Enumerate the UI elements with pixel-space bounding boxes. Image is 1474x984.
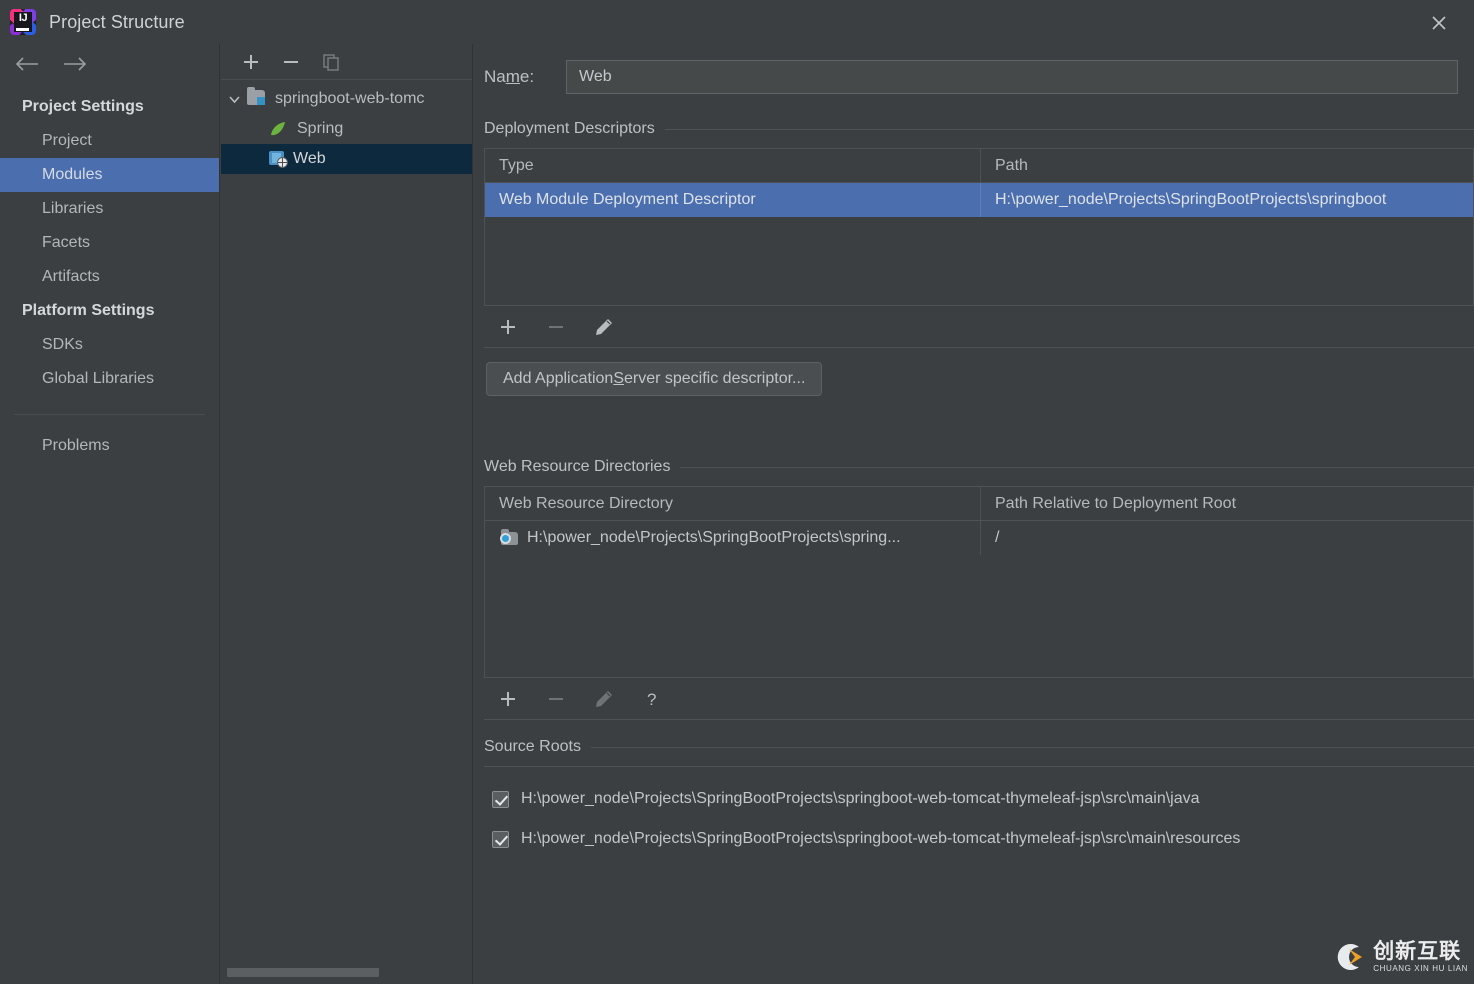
source-roots-title-row: Source Roots [474,738,1474,756]
column-header-web-resource-directory[interactable]: Web Resource Directory [485,487,981,520]
cell-web-resource-directory-text: H:\power_node\Projects\SpringBootProject… [527,529,901,547]
column-header-path[interactable]: Path [981,149,1473,182]
sidebar-item-modules[interactable]: Modules [0,158,219,192]
deployment-descriptors-title: Deployment Descriptors [484,120,655,138]
source-roots-list: H:\power_node\Projects\SpringBootProject… [484,766,1474,859]
minus-icon[interactable] [279,50,303,74]
tree-node-spring[interactable]: Spring [221,114,472,144]
sidebar-item-project[interactable]: Project [0,124,219,158]
sidebar-item-facets[interactable]: Facets [0,226,219,260]
tree-node-web[interactable]: Web [221,144,472,174]
remove-descriptor-button [542,313,570,341]
cell-type: Web Module Deployment Descriptor [485,183,981,217]
web-resource-folder-icon [499,530,519,546]
window-title: Project Structure [49,12,185,33]
cell-web-resource-directory: H:\power_node\Projects\SpringBootProject… [485,521,981,555]
table-header: Web Resource Directory Path Relative to … [485,487,1473,521]
deployment-descriptors-toolbar [484,306,1474,348]
cell-path: H:\power_node\Projects\SpringBootProject… [981,183,1473,217]
plus-icon[interactable] [239,50,263,74]
tree-node-label: Spring [297,120,343,138]
title-bar: IJ Project Structure [0,0,1474,44]
navigation-row [0,44,219,84]
tree-node-label: Web [293,150,326,168]
section-rule [665,129,1474,130]
chevron-down-icon[interactable] [221,93,247,106]
tree-node-module-root[interactable]: springboot-web-tomc [221,84,472,114]
edit-descriptor-button[interactable] [590,313,618,341]
deployment-descriptors-table: Type Path Web Module Deployment Descript… [484,148,1474,306]
help-web-resource-button[interactable]: ? [638,685,666,713]
sidebar-item-problems[interactable]: Problems [0,429,219,463]
table-row[interactable]: Web Module Deployment Descriptor H:\powe… [485,183,1473,217]
module-tree-body: springboot-web-tomc Spring Web [221,80,472,174]
source-root-path: H:\power_node\Projects\SpringBootProject… [521,830,1240,848]
table-empty-area [485,555,1473,677]
list-item[interactable]: H:\power_node\Projects\SpringBootProject… [484,819,1474,859]
column-header-type[interactable]: Type [485,149,981,182]
list-item[interactable]: H:\power_node\Projects\SpringBootProject… [484,779,1474,819]
scrollbar-thumb[interactable] [227,968,379,977]
tree-node-label: springboot-web-tomc [275,90,424,108]
svg-text:?: ? [647,690,656,709]
sidebar-item-artifacts[interactable]: Artifacts [0,260,219,294]
add-application-server-descriptor-button[interactable]: Add Application Server specific descript… [486,362,822,396]
table-header: Type Path [485,149,1473,183]
web-resource-directories-toolbar: ? [484,678,1474,720]
copy-icon[interactable] [319,50,343,74]
module-name-label: Name: [484,67,566,87]
sidebar-item-sdks[interactable]: SDKs [0,328,219,362]
module-tree-panel: springboot-web-tomc Spring Web [221,44,473,984]
source-root-checkbox[interactable] [492,831,509,848]
sidebar-group-project-settings: Project Settings [0,90,219,124]
sidebar-divider [14,414,205,415]
arrow-right-icon[interactable] [60,51,90,77]
source-roots-title: Source Roots [484,738,581,756]
edit-web-resource-button [590,685,618,713]
intellij-idea-logo-icon: IJ [10,9,36,35]
arrow-left-icon[interactable] [12,51,42,77]
table-row[interactable]: H:\power_node\Projects\SpringBootProject… [485,521,1473,555]
sidebar-group-platform-settings: Platform Settings [0,294,219,328]
remove-web-resource-button [542,685,570,713]
module-name-input[interactable] [566,60,1458,94]
tree-horizontal-scrollbar[interactable] [225,966,469,978]
web-resource-directories-title-row: Web Resource Directories [474,458,1474,476]
column-header-path-relative[interactable]: Path Relative to Deployment Root [981,487,1473,520]
add-web-resource-button[interactable] [494,685,522,713]
section-rule [591,747,1474,748]
spring-leaf-icon [269,120,291,138]
section-rule [680,467,1474,468]
source-root-path: H:\power_node\Projects\SpringBootProject… [521,790,1200,808]
module-icon [247,90,269,108]
deployment-descriptors-title-row: Deployment Descriptors [474,120,1474,138]
add-descriptor-button[interactable] [494,313,522,341]
module-tree-toolbar [221,44,472,80]
module-details-panel: Name: Deployment Descriptors Type Path W… [474,44,1474,984]
close-icon[interactable] [1422,6,1456,40]
sidebar-item-libraries[interactable]: Libraries [0,192,219,226]
web-resource-directories-table: Web Resource Directory Path Relative to … [484,486,1474,678]
source-root-checkbox[interactable] [492,791,509,808]
web-resource-directories-title: Web Resource Directories [484,458,670,476]
project-structure-dialog: IJ Project Structure Project Settings Pr… [0,0,1474,984]
web-module-icon [269,151,287,167]
settings-sidebar: Project Settings Project Modules Librari… [0,44,220,984]
module-name-row: Name: [474,56,1474,98]
sidebar-list: Project Settings Project Modules Librari… [0,84,219,463]
table-empty-area [485,217,1473,305]
sidebar-item-global-libraries[interactable]: Global Libraries [0,362,219,396]
cell-path-relative: / [981,521,1473,555]
